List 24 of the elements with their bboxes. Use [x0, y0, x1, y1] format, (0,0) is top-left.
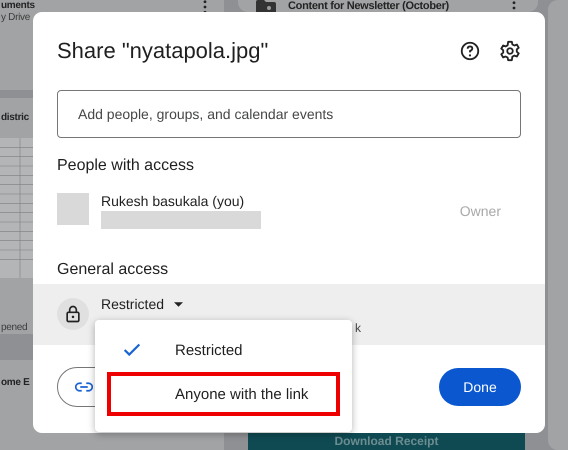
file-title: distric	[1, 112, 29, 124]
section-heading: People with access	[57, 157, 195, 175]
menu-item[interactable]: Restricted	[107, 328, 340, 372]
settings-icon[interactable]	[499, 40, 521, 62]
menu-item[interactable]: Anyone with the link	[107, 372, 340, 416]
dialog-title: Share "nyatapola.jpg"	[57, 38, 270, 64]
file-date: pened	[1, 322, 28, 334]
help-icon[interactable]	[459, 40, 481, 62]
avatar	[57, 193, 89, 225]
role-label: Owner	[460, 203, 501, 219]
access-dropdown[interactable]: Restricted	[101, 292, 184, 312]
done-button[interactable]: Done	[439, 368, 521, 406]
file-card[interactable]: Content for Newsletter (October)	[238, 0, 538, 12]
section-heading: General access	[57, 261, 170, 279]
caret-icon	[174, 302, 184, 306]
access-description: k	[355, 321, 361, 335]
file-title: Content for Newsletter (October)	[288, 0, 449, 12]
person-name: Rukesh basukala (you)	[101, 193, 246, 209]
file-title: ome E	[1, 377, 30, 389]
file-title: uments	[1, 0, 35, 12]
link-icon	[75, 382, 93, 392]
file-location: y Drive	[1, 12, 30, 24]
lock-icon	[57, 298, 89, 330]
add-people-field[interactable]: Add people, groups, and calendar events	[57, 90, 521, 138]
